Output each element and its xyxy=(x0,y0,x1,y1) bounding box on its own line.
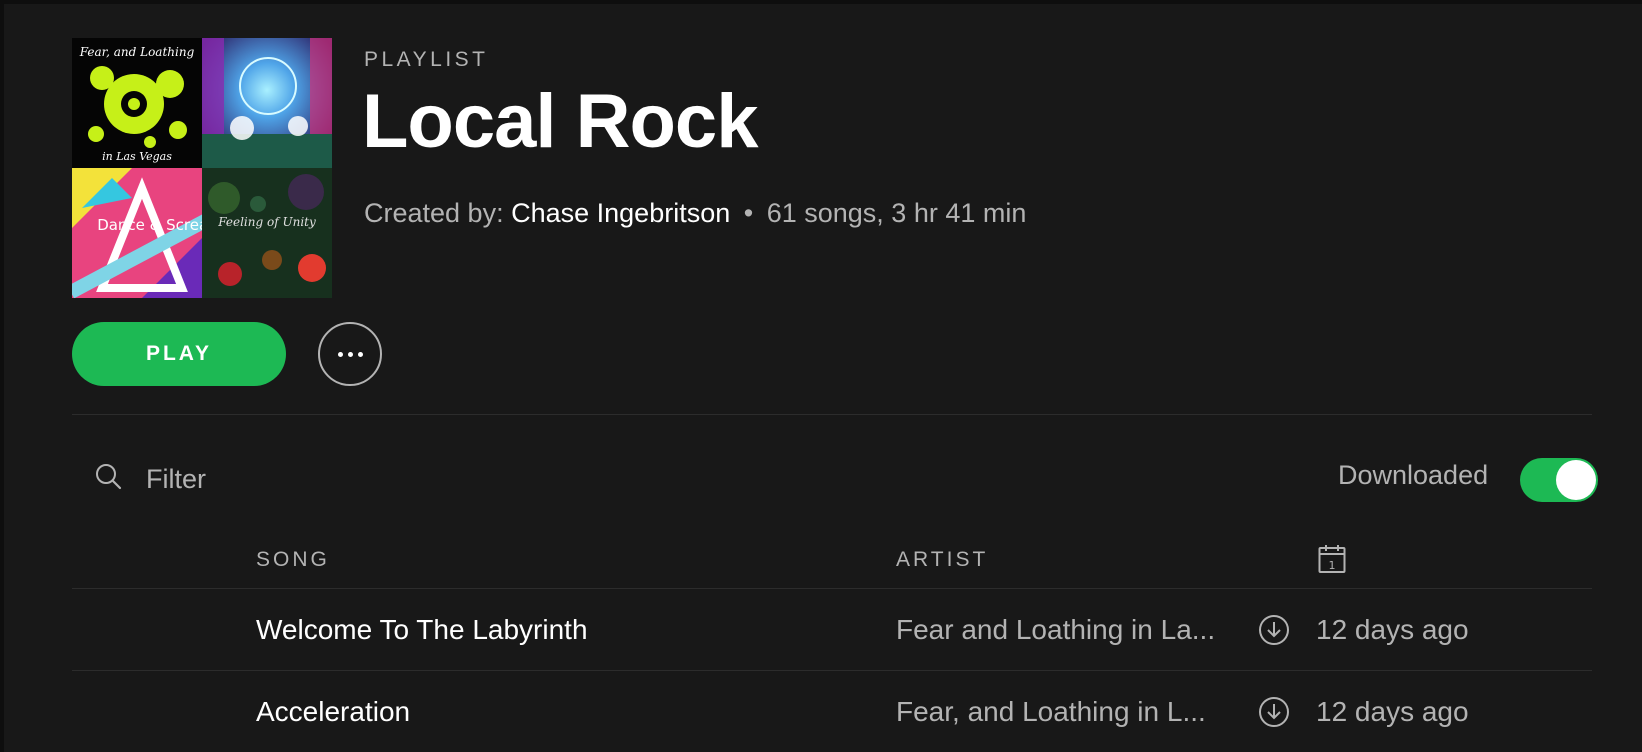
playlist-stats: 61 songs, 3 hr 41 min xyxy=(766,198,1027,228)
play-button[interactable]: PLAY xyxy=(72,322,286,386)
column-header-artist[interactable]: ARTIST xyxy=(896,548,988,572)
calendar-icon[interactable]: 1 xyxy=(1318,544,1346,574)
ellipsis-icon xyxy=(337,351,343,357)
cover-tile-1: Fear, and Loathing in Las Vegas xyxy=(72,38,202,168)
header-divider xyxy=(72,414,1592,415)
svg-text:Dance & Scream: Dance & Scream xyxy=(97,216,202,234)
svg-text:in Las Vegas: in Las Vegas xyxy=(102,150,172,163)
svg-text:Fear, and Loathing: Fear, and Loathing xyxy=(79,45,195,59)
song-title: Welcome To The Labyrinth xyxy=(256,614,588,645)
column-header-song[interactable]: SONG xyxy=(256,548,330,572)
playlist-view: Fear, and Loathing in Las Vegas Dance & … xyxy=(0,0,1642,752)
date-added: 12 days ago xyxy=(1316,696,1469,727)
row-divider xyxy=(72,670,1592,671)
artist-link[interactable]: Fear and Loathing in La... xyxy=(896,590,1216,670)
owner-link[interactable]: Chase Ingebritson xyxy=(511,198,730,228)
date-added: 12 days ago xyxy=(1316,614,1469,645)
meta-separator: • xyxy=(743,198,754,228)
svg-text:1: 1 xyxy=(1329,559,1336,572)
cover-tile-2 xyxy=(202,38,332,168)
downloaded-icon xyxy=(1259,615,1289,645)
playlist-meta: Created by: Chase Ingebritson • 61 songs… xyxy=(364,198,1026,229)
more-options-button[interactable] xyxy=(318,322,382,386)
cover-tile-4: Feeling of Unity xyxy=(202,168,332,298)
page-title: Local Rock xyxy=(362,79,758,164)
downloaded-icon xyxy=(1259,697,1289,727)
toggle-knob xyxy=(1556,460,1596,500)
table-row[interactable]: Welcome To The Labyrinth Fear and Loathi… xyxy=(72,590,1592,670)
created-by-label: Created by: xyxy=(364,198,504,228)
downloaded-label: Downloaded xyxy=(1338,460,1489,490)
svg-text:Feeling of Unity: Feeling of Unity xyxy=(217,215,316,229)
table-row[interactable]: Acceleration Fear, and Loathing in L... … xyxy=(72,672,1592,752)
filter-input[interactable] xyxy=(144,460,648,498)
download-status xyxy=(1258,590,1290,670)
cover-tile-3: Dance & Scream xyxy=(72,168,202,298)
search-icon xyxy=(96,464,122,490)
downloaded-toggle[interactable] xyxy=(1520,458,1598,502)
playlist-cover-mosaic: Fear, and Loathing in Las Vegas Dance & … xyxy=(72,38,332,298)
song-title: Acceleration xyxy=(256,696,411,727)
table-header-divider xyxy=(72,588,1592,589)
playlist-type-label: PLAYLIST xyxy=(364,48,489,71)
artist-link[interactable]: Fear, and Loathing in L... xyxy=(896,672,1216,752)
download-status xyxy=(1258,672,1290,752)
